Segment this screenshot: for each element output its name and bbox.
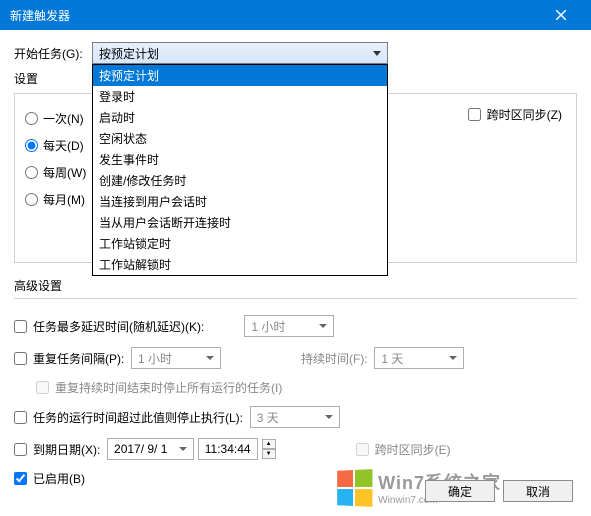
combo-option[interactable]: 登录时 [93,86,387,107]
duration-value-combo[interactable]: 1 天 [374,347,464,369]
dialog-content: 开始任务(G): 按预定计划 按预定计划登录时启动时空闲状态发生事件时创建/修改… [0,30,591,516]
enabled-checkbox[interactable] [14,472,27,485]
duration-label: 持续时间(F): [301,350,368,367]
advanced-settings: 任务最多延迟时间(随机延迟)(K): 1 小时 重复任务间隔(P): 1 小时 … [14,298,577,487]
enabled-label: 已启用(B) [33,470,85,487]
stop-if-longer-label: 任务的运行时间超过此值则停止执行(L): [33,409,243,426]
spinner-down-icon[interactable]: ▼ [262,449,276,459]
combo-option[interactable]: 启动时 [93,107,387,128]
combo-option[interactable]: 当从用户会话断开连接时 [93,212,387,233]
radio-monthly-input[interactable] [25,193,38,206]
repeat-checkbox[interactable] [14,352,27,365]
expire-time-field[interactable]: 11:34:44 [198,438,258,460]
repeat-value-combo[interactable]: 1 小时 [131,347,221,369]
start-task-combo[interactable]: 按预定计划 [92,42,388,64]
expire-date-field[interactable]: 2017/ 9/ 1 [107,438,194,460]
chevron-down-icon [325,415,333,419]
radio-once-input[interactable] [25,112,38,125]
advanced-label: 高级设置 [14,277,577,294]
sync-tz-input[interactable] [468,108,481,121]
stop-if-longer-checkbox[interactable] [14,411,27,424]
chevron-down-icon [179,447,187,451]
close-button[interactable] [541,0,581,30]
expire-sync-tz-checkbox[interactable]: 跨时区同步(E) [356,441,451,458]
chevron-down-icon [449,356,457,360]
combo-option[interactable]: 发生事件时 [93,149,387,170]
window-title: 新建触发器 [10,7,70,24]
delay-label: 任务最多延迟时间(随机延迟)(K): [33,318,204,335]
chevron-down-icon [373,51,381,56]
chevron-down-icon [319,324,327,328]
stop-all-running-label: 重复持续时间结束时停止所有运行的任务(I) [55,379,282,396]
cancel-button[interactable]: 取消 [503,480,573,502]
combo-option[interactable]: 工作站解锁时 [93,254,387,275]
combo-option[interactable]: 创建/修改任务时 [93,170,387,191]
start-task-dropdown: 按预定计划登录时启动时空闲状态发生事件时创建/修改任务时当连接到用户会话时当从用… [92,64,388,276]
repeat-label: 重复任务间隔(P): [33,350,124,367]
stop-if-longer-combo[interactable]: 3 天 [250,406,340,428]
expire-checkbox[interactable] [14,443,27,456]
combo-option[interactable]: 空闲状态 [93,128,387,149]
close-icon [556,10,566,20]
titlebar: 新建触发器 [0,0,591,30]
time-spinner[interactable]: ▲ ▼ [262,439,276,459]
combo-option[interactable]: 按预定计划 [93,65,387,86]
delay-checkbox[interactable] [14,320,27,333]
combo-option[interactable]: 当连接到用户会话时 [93,191,387,212]
delay-value-combo[interactable]: 1 小时 [244,315,334,337]
radio-weekly-input[interactable] [25,166,38,179]
spinner-up-icon[interactable]: ▲ [262,439,276,449]
combo-selected-text: 按预定计划 [99,45,159,62]
expire-sync-tz-input [356,443,369,456]
start-task-label: 开始任务(G): [14,45,92,62]
expire-label: 到期日期(X): [33,441,100,458]
combo-option[interactable]: 工作站锁定时 [93,233,387,254]
radio-daily-input[interactable] [25,139,38,152]
chevron-down-icon [206,356,214,360]
sync-timezone-checkbox[interactable]: 跨时区同步(Z) [468,106,562,123]
ok-button[interactable]: 确定 [425,480,495,502]
stop-all-running-checkbox [36,381,49,394]
